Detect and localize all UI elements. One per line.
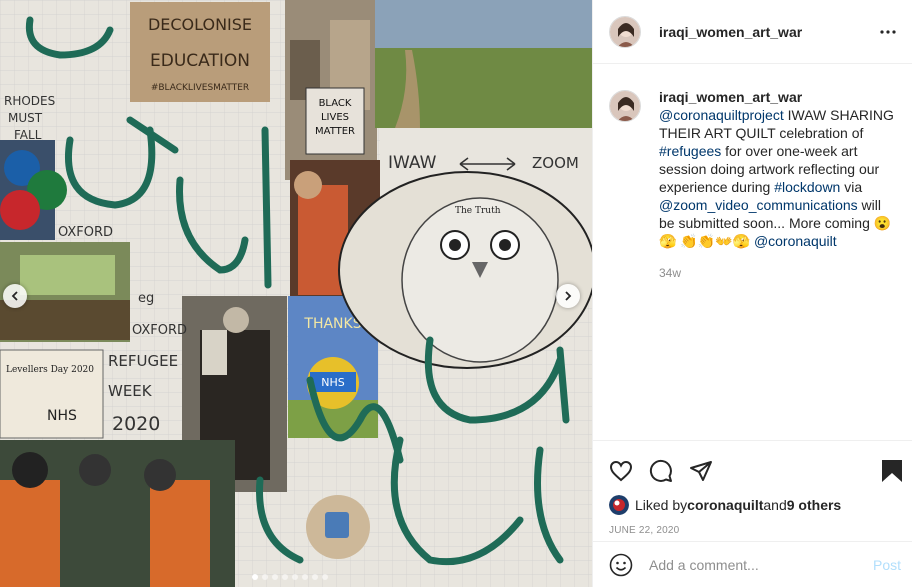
carousel-dot	[272, 574, 278, 580]
caption-body: iraqi_women_art_war @coronaquiltproject …	[659, 88, 897, 282]
blm-text-1: BLACK	[319, 98, 352, 109]
comment-button[interactable]	[649, 451, 689, 491]
header-username[interactable]: iraqi_women_art_war	[659, 24, 876, 40]
carousel-indicator	[252, 574, 328, 580]
mention-link[interactable]: @coronaquilt	[754, 233, 837, 249]
post-date: JUNE 22, 2020	[609, 525, 680, 536]
likes-row: Liked by coronaquilt and 9 others	[609, 495, 903, 515]
likes-prefix: Liked by	[635, 497, 688, 513]
zoom-text: ZOOM	[532, 154, 579, 172]
add-comment-bar: Post	[593, 541, 912, 587]
mention-link[interactable]: @zoom_video_communications	[659, 197, 858, 213]
likes-others[interactable]: 9 others	[787, 497, 841, 513]
collage-image: DECOLONISE EDUCATION #BLACKLIVESMATTER B…	[0, 0, 592, 587]
comment-icon	[649, 459, 672, 482]
nhs-small-text: NHS	[47, 408, 77, 424]
carousel-dot	[302, 574, 308, 580]
caption-username[interactable]: iraqi_women_art_war	[659, 88, 897, 106]
avatar[interactable]	[609, 15, 641, 48]
comments-section: iraqi_women_art_war @coronaquiltproject …	[593, 64, 912, 440]
carousel-dot	[282, 574, 288, 580]
carousel-prev-button[interactable]	[3, 284, 27, 308]
post-media[interactable]: DECOLONISE EDUCATION #BLACKLIVESMATTER B…	[0, 0, 592, 587]
share-button[interactable]	[689, 451, 729, 491]
sign-text-2: EDUCATION	[150, 51, 250, 71]
refugee-text-3: 2020	[112, 413, 160, 435]
comment-input[interactable]	[649, 556, 873, 573]
post-actions: Liked by coronaquilt and 9 others JUNE 2…	[593, 440, 912, 536]
post-sidebar: iraqi_women_art_war iraqi_women_art_war …	[592, 0, 912, 587]
post-comment-button[interactable]: Post	[873, 557, 901, 573]
refugee-text-1: REFUGEE	[108, 352, 178, 370]
thanks-text: THANKS	[303, 316, 361, 332]
hashtag-link[interactable]: #lockdown	[774, 179, 840, 195]
refugee-text-2: WEEK	[108, 382, 153, 400]
emoji-button[interactable]	[609, 552, 635, 578]
levellers-text: Levellers Day 2020	[6, 365, 94, 375]
carousel-next-button[interactable]	[556, 284, 580, 308]
save-button[interactable]	[879, 451, 903, 491]
rhodes-text-3: FALL	[14, 128, 42, 142]
rhodes-text-1: RHODES	[4, 94, 55, 108]
liked-by-user[interactable]: coronaquilt	[687, 497, 763, 513]
owl-text: The Truth	[455, 206, 501, 216]
sign-text-1: DECOLONISE	[148, 15, 252, 34]
action-icons	[609, 451, 903, 491]
rhodes-text-2: MUST	[8, 111, 43, 125]
chevron-right-icon	[565, 291, 572, 301]
emoji-icon	[609, 553, 633, 576]
more-icon	[880, 29, 896, 34]
nhs-badge-text: NHS	[321, 376, 345, 389]
post-header: iraqi_women_art_war	[593, 0, 912, 64]
oxford-text-1: OXFORD	[58, 225, 113, 240]
caption-text: via	[840, 179, 863, 195]
carousel-dot	[312, 574, 318, 580]
carousel-dot	[262, 574, 268, 580]
more-options-button[interactable]	[876, 20, 900, 44]
likes-conjunction: and	[763, 497, 787, 513]
share-icon	[690, 461, 712, 481]
iwaw-text: IWAW	[388, 153, 437, 173]
blm-text-2: LIVES	[321, 112, 349, 123]
blm-text-3: MATTER	[315, 126, 355, 137]
like-button[interactable]	[609, 451, 649, 491]
carousel-dot	[322, 574, 328, 580]
caption: iraqi_women_art_war @coronaquiltproject …	[609, 88, 897, 282]
hashtag-link[interactable]: #refugees	[659, 143, 721, 159]
chevron-left-icon	[11, 291, 18, 301]
heart-icon	[609, 460, 633, 482]
oxford-text-2: OXFORD	[132, 323, 187, 338]
sign-text-3: #BLACKLIVESMATTER	[151, 83, 249, 93]
avatar[interactable]	[609, 495, 629, 515]
carousel-dot	[252, 574, 258, 580]
mention-link[interactable]: @coronaquiltproject	[659, 107, 784, 123]
bookmark-icon	[882, 460, 902, 482]
carousel-dot	[292, 574, 298, 580]
time-ago: 34w	[659, 266, 682, 280]
eg-text: eg	[138, 291, 154, 306]
avatar[interactable]	[609, 90, 641, 122]
